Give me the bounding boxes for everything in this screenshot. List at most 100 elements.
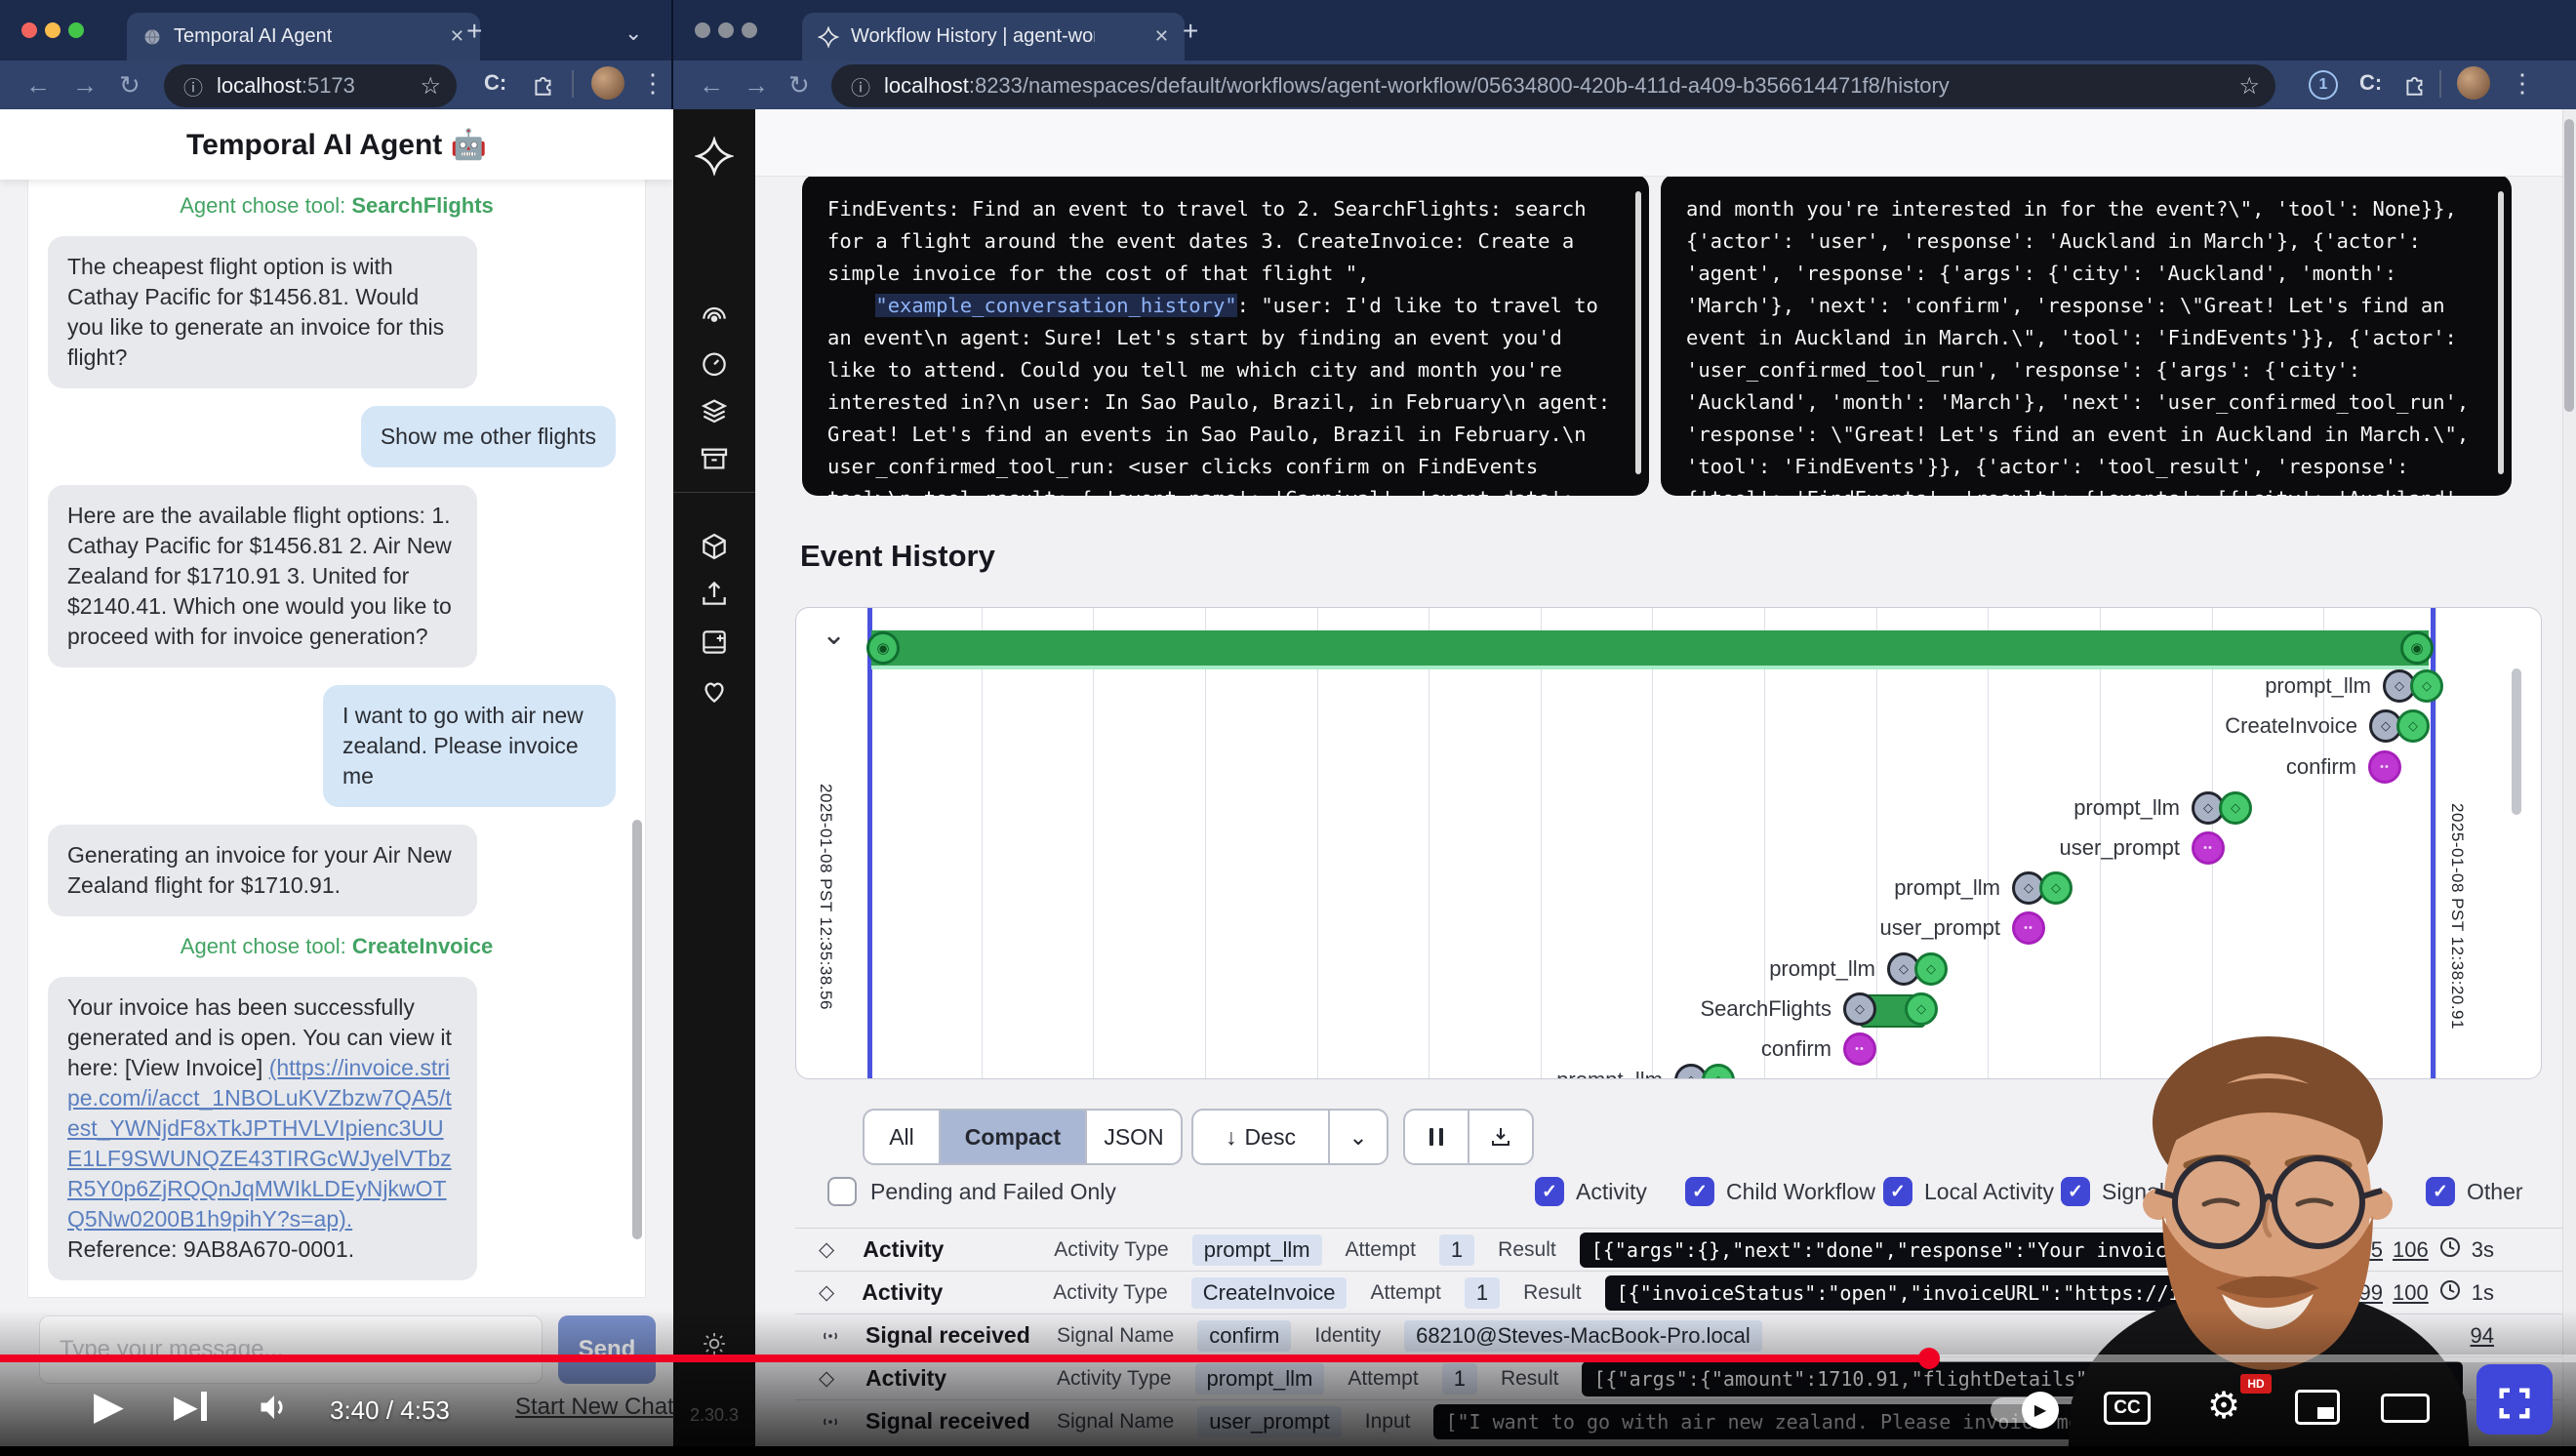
site-info-icon[interactable]: ⓘ	[183, 72, 203, 101]
video-progress-remaining[interactable]	[1940, 1355, 2576, 1362]
event-activity-end-icon[interactable]: ◇	[2219, 791, 2252, 825]
video-progress-playhead[interactable]	[1918, 1348, 1940, 1369]
workflow-input-code-right[interactable]: and month you're interested in for the e…	[1661, 174, 2512, 496]
reload-icon[interactable]: ↻	[788, 70, 810, 101]
workflows-nav-icon[interactable]	[699, 301, 730, 332]
event-signal-icon[interactable]: ••	[2192, 831, 2225, 865]
extensions-puzzle-icon[interactable]	[531, 72, 556, 98]
video-progress-played[interactable]	[0, 1355, 1930, 1362]
tab-list-chevron-icon[interactable]: ⌄	[624, 20, 642, 47]
code-scrollbar[interactable]	[2498, 191, 2504, 474]
workflow-input-code-left[interactable]: FindEvents: Find an event to travel to 2…	[802, 174, 1649, 496]
clipper-extension-icon[interactable]: C:	[484, 70, 506, 96]
collapse-timeline-chevron-icon[interactable]: ⌄	[822, 618, 846, 652]
browser-menu-icon[interactable]: ⋮	[2510, 68, 2535, 99]
type-checkbox-child-workflow[interactable]: ✓	[1685, 1177, 1714, 1206]
event-signal-icon[interactable]: ••	[1843, 1032, 1876, 1066]
back-icon[interactable]: ←	[699, 70, 724, 101]
forward-icon[interactable]: →	[72, 70, 98, 101]
page-scrollbar-thumb[interactable]	[2564, 119, 2574, 412]
event-activity-end-icon[interactable]: ◇	[1914, 952, 1948, 986]
namespaces-nav-icon[interactable]	[699, 394, 730, 425]
profile-avatar[interactable]	[2457, 66, 2490, 100]
site-info-icon[interactable]: ⓘ	[851, 72, 870, 101]
chat-scrollbar[interactable]	[632, 820, 642, 1239]
feedback-heart-nav-icon[interactable]	[699, 675, 730, 707]
play-button[interactable]: ▶	[94, 1384, 124, 1429]
event-activity-start-icon[interactable]: ◇	[1843, 992, 1876, 1026]
zoom-window-button-inactive[interactable]	[742, 22, 757, 38]
sort-desc-button[interactable]: ↓Desc	[1193, 1111, 1330, 1163]
theater-mode-button[interactable]	[2381, 1394, 2430, 1423]
workflow-start-icon[interactable]: ◉	[866, 631, 900, 665]
close-tab-icon[interactable]: ✕	[450, 26, 464, 47]
minimize-window-button-inactive[interactable]	[718, 22, 734, 38]
event-activity-end-icon[interactable]: ◇	[1702, 1064, 1735, 1079]
clipper-extension-icon[interactable]: C:	[2359, 70, 2382, 96]
bookmark-star-icon[interactable]: ☆	[2238, 72, 2260, 101]
sort-chevron-button[interactable]: ⌄	[1330, 1111, 1387, 1163]
autoplay-toggle[interactable]: ▶	[1991, 1397, 2053, 1423]
import-nav-icon[interactable]	[699, 578, 730, 609]
next-button[interactable]: ▶	[174, 1388, 207, 1425]
timeline-gridline	[1205, 608, 1206, 1078]
timeline-scrollbar[interactable]	[2512, 668, 2521, 815]
invoice-link[interactable]: (https://invoice.stripe.com/i/acct_1NBOL…	[67, 1055, 452, 1232]
new-tab-button[interactable]: +	[466, 18, 482, 45]
browser-menu-icon[interactable]: ⋮	[640, 68, 665, 99]
event-label: confirm	[1519, 1036, 1831, 1062]
video-frame: Temporal AI Agent ✕ + ⌄ ← → ↻ ⓘ localhos…	[0, 0, 2576, 1456]
pause-button[interactable]	[1405, 1111, 1469, 1163]
event-activity-end-icon[interactable]: ◇	[2039, 871, 2073, 905]
close-tab-icon[interactable]: ✕	[1154, 26, 1169, 47]
download-button[interactable]	[1469, 1111, 1532, 1163]
event-activity-end-icon[interactable]: ◇	[2410, 669, 2443, 703]
close-window-button-inactive[interactable]	[695, 22, 710, 38]
workflow-end-icon[interactable]: ◉	[2400, 631, 2434, 665]
event-signal-icon[interactable]: ••	[2012, 911, 2045, 945]
address-bar[interactable]: ⓘ localhost :8233/namespaces/default/wor…	[831, 64, 2275, 107]
profile-avatar[interactable]	[591, 66, 624, 100]
settings-gear-icon[interactable]: ⚙	[2207, 1384, 2240, 1428]
schedules-nav-icon[interactable]	[699, 347, 730, 379]
onepassword-extension-icon[interactable]: 1	[2309, 70, 2338, 100]
back-icon[interactable]: ←	[25, 70, 51, 101]
event-activity-end-icon[interactable]: ◇	[2396, 709, 2430, 743]
fullscreen-button[interactable]	[2494, 1384, 2535, 1423]
close-window-button[interactable]	[21, 22, 37, 38]
extensions-puzzle-icon[interactable]	[2402, 72, 2428, 98]
temporal-logo-icon[interactable]	[695, 137, 734, 176]
labs-cube-nav-icon[interactable]	[699, 531, 730, 562]
tab-all[interactable]: All	[865, 1111, 941, 1163]
tab-compact[interactable]: Compact	[941, 1111, 1087, 1163]
code-scrollbar[interactable]	[1635, 191, 1641, 474]
result-label: Result	[1523, 1281, 1582, 1305]
new-tab-button[interactable]: +	[1183, 18, 1198, 45]
captions-button[interactable]: CC	[2104, 1392, 2151, 1425]
forward-icon[interactable]: →	[744, 70, 769, 101]
zoom-window-button[interactable]	[68, 22, 84, 38]
docs-nav-icon[interactable]	[699, 627, 730, 658]
minimize-window-button[interactable]	[45, 22, 60, 38]
archive-nav-icon[interactable]	[699, 443, 730, 474]
workflow-execution-bar[interactable]	[871, 630, 2429, 669]
event-activity-end-icon[interactable]: ◇	[1905, 992, 1938, 1026]
timeline-gridline	[982, 608, 983, 1078]
tab-workflow-history[interactable]: Workflow History | agent-wor ✕	[802, 13, 1185, 61]
volume-icon[interactable]	[256, 1390, 293, 1425]
code-text: and month you're interested in for the e…	[1686, 197, 2481, 496]
chat-bubble-agent: Generating an invoice for your Air New Z…	[48, 825, 477, 916]
type-checkbox-local-activity[interactable]: ✓	[1883, 1177, 1912, 1206]
pending-failed-checkbox[interactable]	[827, 1177, 857, 1206]
bookmark-star-icon[interactable]: ☆	[420, 72, 441, 101]
tab-temporal-ai-agent[interactable]: Temporal AI Agent ✕	[127, 13, 480, 61]
event-label: prompt_llm	[1563, 956, 1875, 982]
field-value: 1	[1465, 1277, 1500, 1309]
event-signal-icon[interactable]: ••	[2368, 750, 2401, 784]
reload-icon[interactable]: ↻	[119, 70, 141, 101]
tab-json[interactable]: JSON	[1087, 1111, 1181, 1163]
activity-diamond-icon: ◇	[819, 1237, 839, 1262]
address-bar[interactable]: ⓘ localhost :5173 ☆	[164, 64, 457, 107]
type-checkbox-activity[interactable]: ✓	[1535, 1177, 1564, 1206]
miniplayer-button[interactable]	[2295, 1390, 2340, 1425]
